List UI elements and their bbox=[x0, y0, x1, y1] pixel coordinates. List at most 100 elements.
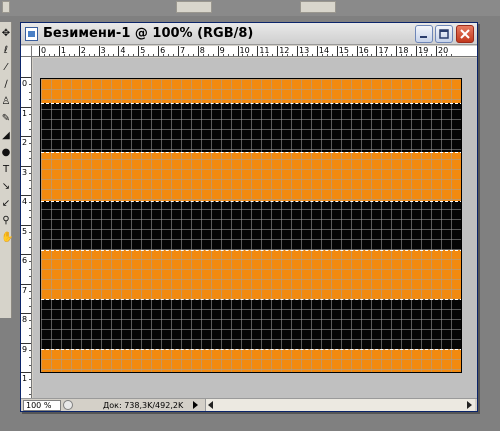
ruler-minor-tick bbox=[153, 54, 155, 56]
ruler-minor-tick bbox=[29, 209, 31, 211]
move-tool-icon[interactable]: ✥ bbox=[1, 28, 11, 39]
type-tool-icon[interactable]: T bbox=[1, 164, 11, 175]
ruler-label: 11 bbox=[259, 46, 270, 55]
options-control[interactable] bbox=[2, 1, 10, 13]
eraser-tool-icon[interactable]: ◢ bbox=[1, 130, 11, 141]
ruler-minor-tick bbox=[48, 54, 50, 56]
ruler-label: 9 bbox=[22, 344, 28, 354]
ruler-minor-tick bbox=[73, 54, 75, 56]
ruler-label: 2 bbox=[22, 138, 28, 147]
ruler-tick bbox=[336, 46, 338, 56]
ruler-label: 8 bbox=[199, 46, 205, 55]
ruler-tick bbox=[138, 46, 140, 56]
ruler-label: 15 bbox=[338, 46, 349, 55]
status-arrow-icon[interactable] bbox=[193, 401, 198, 409]
ruler-minor-tick bbox=[113, 54, 115, 56]
path-tool-icon[interactable]: ↘ bbox=[1, 181, 11, 192]
ruler-minor-tick bbox=[29, 158, 31, 160]
ruler-minor-tick bbox=[192, 54, 194, 56]
zoom-tool-icon[interactable]: ⚲ bbox=[1, 215, 11, 226]
ruler-minor-tick bbox=[93, 54, 95, 56]
options-bar bbox=[0, 0, 500, 16]
ruler-minor-tick bbox=[29, 143, 31, 145]
ruler-origin[interactable] bbox=[21, 46, 32, 57]
ruler-minor-tick bbox=[331, 54, 333, 56]
magic-wand-tool-icon[interactable]: ⁄ bbox=[1, 62, 11, 73]
maximize-icon bbox=[439, 29, 449, 39]
ruler-tick bbox=[21, 136, 31, 137]
ruler-minor-tick bbox=[29, 99, 31, 101]
history-brush-tool-icon[interactable]: ✎ bbox=[1, 113, 11, 124]
document-canvas[interactable] bbox=[40, 78, 462, 373]
ruler-minor-tick bbox=[29, 320, 31, 322]
maximize-button[interactable] bbox=[435, 25, 453, 43]
ruler-label: 1 bbox=[22, 108, 28, 118]
ruler-minor-tick bbox=[232, 54, 234, 56]
ruler-minor-tick bbox=[351, 54, 353, 56]
ruler-minor-tick bbox=[29, 379, 31, 381]
ruler-minor-tick bbox=[29, 327, 31, 329]
lasso-tool-icon[interactable]: ℓ bbox=[1, 45, 11, 56]
ruler-minor-tick bbox=[29, 121, 31, 123]
options-control[interactable] bbox=[300, 1, 336, 13]
scroll-left-icon[interactable] bbox=[208, 401, 213, 409]
ruler-minor-tick bbox=[29, 91, 31, 93]
ruler-label: 5 bbox=[140, 46, 146, 55]
blur-tool-icon[interactable]: ● bbox=[1, 147, 11, 158]
ruler-minor-tick bbox=[29, 128, 31, 130]
ruler-label: 0 bbox=[22, 79, 28, 88]
vertical-ruler[interactable]: 0 1 2 3 4 5 6 7 8 9 1 bbox=[21, 57, 32, 398]
ruler-tick bbox=[21, 195, 31, 196]
ruler-minor-tick bbox=[29, 231, 31, 233]
ruler-tick bbox=[177, 46, 179, 56]
ruler-minor-tick bbox=[227, 54, 229, 56]
options-control[interactable] bbox=[176, 1, 212, 13]
ruler-minor-tick bbox=[68, 54, 70, 56]
workspace: ✥ ℓ ⁄ ∕ ♙ ✎ ◢ ● T ↘ ↙ ⚲ ✋ Безимени-1 @ 100% (RGB/8) … bbox=[0, 0, 500, 431]
ruler-tick bbox=[158, 46, 160, 56]
ruler-minor-tick bbox=[29, 268, 31, 270]
stamp-tool-icon[interactable]: ♙ bbox=[1, 96, 11, 107]
horizontal-scrollbar[interactable] bbox=[205, 399, 475, 411]
close-button[interactable] bbox=[456, 25, 474, 43]
ruler-tick bbox=[396, 46, 398, 56]
minimize-button[interactable] bbox=[415, 25, 433, 43]
ruler-minor-tick bbox=[172, 54, 174, 56]
document-size-info: Док: 738,3K/492,2K bbox=[103, 401, 184, 410]
ruler-label: 8 bbox=[22, 315, 28, 324]
ruler-label: 4 bbox=[120, 46, 126, 55]
document-titlebar[interactable]: Безимени-1 @ 100% (RGB/8) bbox=[21, 23, 477, 45]
ruler-minor-tick bbox=[88, 54, 90, 56]
ruler-tick bbox=[21, 77, 31, 78]
status-bar: 100 % Док: 738,3K/492,2K bbox=[21, 398, 477, 411]
minimize-icon bbox=[420, 36, 427, 38]
ruler-tick bbox=[39, 46, 40, 56]
ruler-label: 3 bbox=[22, 167, 28, 177]
ruler-minor-tick bbox=[311, 54, 313, 56]
status-menu-button[interactable] bbox=[63, 400, 73, 410]
zoom-field[interactable]: 100 % bbox=[23, 400, 61, 411]
hand-tool-icon[interactable]: ✋ bbox=[1, 232, 13, 243]
ruler-tick bbox=[257, 46, 259, 56]
brush-tool-icon[interactable]: ∕ bbox=[1, 79, 11, 90]
scroll-right-icon[interactable] bbox=[467, 401, 472, 409]
ruler-minor-tick bbox=[431, 54, 433, 56]
horizontal-ruler[interactable]: 0 1 2 3 4 5 6 7 8 9 10 11 12 13 14 15 16 17 18 19 20 bbox=[32, 46, 477, 57]
ruler-minor-tick bbox=[168, 54, 170, 56]
ruler-label: 17 bbox=[378, 46, 389, 55]
ruler-tick bbox=[21, 106, 31, 108]
ruler-minor-tick bbox=[292, 54, 294, 56]
pasteboard bbox=[33, 58, 477, 398]
ruler-label: 16 bbox=[358, 46, 369, 55]
ruler-label: 1 bbox=[22, 374, 28, 383]
ruler-tick bbox=[237, 46, 239, 56]
ruler-minor-tick bbox=[391, 54, 393, 56]
ruler-tick bbox=[21, 342, 31, 344]
eyedropper-tool-icon[interactable]: ↙ bbox=[1, 198, 11, 209]
ruler-minor-tick bbox=[133, 54, 135, 56]
ruler-minor-tick bbox=[272, 54, 274, 56]
ruler-label: 3 bbox=[100, 46, 106, 55]
selection-marquee bbox=[41, 201, 461, 202]
ruler-minor-tick bbox=[29, 239, 31, 241]
document-title: Безимени-1 @ 100% (RGB/8) bbox=[43, 26, 254, 41]
